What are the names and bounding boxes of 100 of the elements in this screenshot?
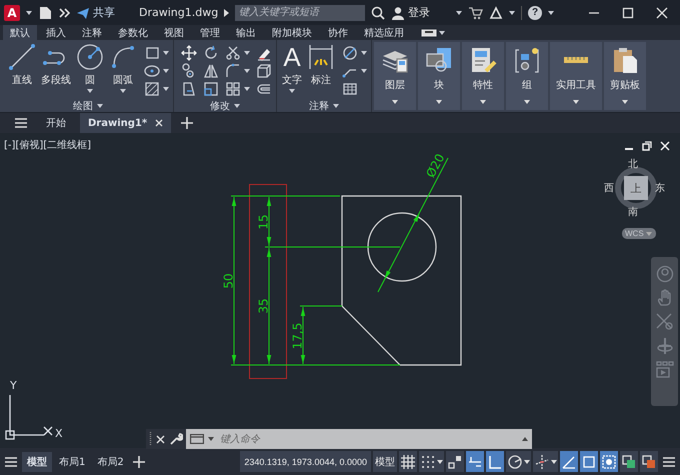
- status-toggle-button[interactable]: [446, 451, 464, 472]
- layout-tab[interactable]: 布局2: [92, 452, 129, 472]
- viewport-label[interactable]: [-][俯视][二维线框]: [4, 138, 92, 152]
- status-toggle-button[interactable]: [560, 451, 578, 472]
- triangle-icon[interactable]: [489, 6, 504, 20]
- caret-icon[interactable]: [333, 104, 339, 108]
- ribbon-tool-button[interactable]: 圆: [75, 43, 105, 99]
- ribbon-tab[interactable]: 注释: [75, 25, 109, 40]
- app-logo[interactable]: A: [4, 4, 20, 20]
- share-button[interactable]: 共享: [76, 5, 115, 20]
- compass-label[interactable]: 西: [604, 181, 614, 195]
- fillet-icon[interactable]: [225, 63, 241, 79]
- caret-icon[interactable]: [622, 100, 628, 104]
- ribbon-tab[interactable]: 协作: [321, 25, 355, 40]
- status-toggle-button[interactable]: [600, 451, 618, 472]
- file-tab[interactable]: Drawing1*: [80, 113, 172, 133]
- rotate-icon[interactable]: [203, 45, 219, 61]
- diameter-icon[interactable]: [342, 45, 358, 61]
- status-toggle-button[interactable]: [640, 451, 658, 472]
- help-button[interactable]: ?: [528, 6, 542, 20]
- menu-icon[interactable]: [14, 117, 28, 129]
- compass-label[interactable]: 北: [628, 157, 638, 171]
- restore-icon[interactable]: [642, 141, 652, 151]
- ribbon-panel-button[interactable]: 特性: [462, 42, 504, 110]
- ribbon-panel-button[interactable]: 实用工具: [550, 42, 602, 110]
- caret-icon[interactable]: [361, 69, 367, 73]
- caret-icon[interactable]: [524, 100, 530, 104]
- caret-icon[interactable]: [120, 89, 126, 93]
- file-tab[interactable]: 开始: [38, 113, 74, 133]
- caret-icon[interactable]: [97, 104, 103, 108]
- ribbon-tab[interactable]: 视图: [157, 25, 191, 40]
- ribbon-tab[interactable]: 插入: [39, 25, 73, 40]
- caret-icon[interactable]: [437, 460, 443, 464]
- command-field[interactable]: 键入命令: [186, 429, 532, 449]
- caret-icon[interactable]: [439, 30, 445, 34]
- ribbon-tool-button[interactable]: 直线: [7, 43, 37, 99]
- rectangle-icon[interactable]: [144, 45, 160, 61]
- caret-icon[interactable]: [456, 10, 462, 14]
- close-icon[interactable]: [156, 434, 165, 444]
- caret-icon[interactable]: [480, 100, 486, 104]
- ribbon-tab[interactable]: 默认: [3, 25, 37, 40]
- caret-icon[interactable]: [573, 100, 579, 104]
- search-icon[interactable]: [371, 6, 386, 20]
- ribbon-tool-button[interactable]: A 文字: [281, 43, 303, 99]
- menu-icon[interactable]: [4, 456, 18, 468]
- search-field[interactable]: 键入关键字或短语: [235, 4, 366, 20]
- status-toggle-button[interactable]: [620, 451, 638, 472]
- move-icon[interactable]: [181, 45, 197, 61]
- status-toggle-button[interactable]: [466, 451, 484, 472]
- status-toggle-button[interactable]: [399, 451, 417, 472]
- caret-icon[interactable]: [163, 51, 169, 55]
- mirror-icon[interactable]: [203, 63, 219, 79]
- sign-in-button[interactable]: 登录: [391, 5, 430, 20]
- compass-label[interactable]: 东: [655, 181, 665, 195]
- close-icon[interactable]: [155, 119, 164, 127]
- compass-label[interactable]: 南: [628, 205, 638, 219]
- ribbon-tab[interactable]: 附加模块: [265, 25, 319, 40]
- ribbon-tool-button[interactable]: 标注: [306, 43, 336, 99]
- ribbon-tab[interactable]: 输出: [229, 25, 263, 40]
- wrench-icon[interactable]: [169, 432, 183, 446]
- box-icon[interactable]: [256, 63, 272, 79]
- status-toggle-button[interactable]: [419, 451, 444, 472]
- double-chevron-icon[interactable]: [58, 6, 70, 18]
- caret-icon[interactable]: [244, 51, 250, 55]
- caret-icon[interactable]: [361, 51, 367, 55]
- caret-icon[interactable]: [244, 87, 250, 91]
- ribbon-tab[interactable]: 参数化: [111, 25, 155, 40]
- plus-icon[interactable]: [132, 456, 145, 468]
- layout-tab[interactable]: 模型: [22, 452, 52, 472]
- ribbon-panel-button[interactable]: 剪贴板: [604, 42, 646, 110]
- close-icon[interactable]: [660, 141, 670, 151]
- caret-icon[interactable]: [551, 460, 557, 464]
- close-icon[interactable]: [656, 6, 668, 18]
- status-toggle-button[interactable]: [506, 451, 531, 472]
- cart-icon[interactable]: [468, 6, 484, 20]
- status-toggle-button[interactable]: [580, 451, 598, 472]
- ellipse-icon[interactable]: [144, 63, 160, 79]
- ribbon-tab[interactable]: 精选应用: [357, 25, 411, 40]
- view-cube-face[interactable]: 上: [624, 176, 648, 200]
- maximize-icon[interactable]: [622, 6, 634, 18]
- layout-tab[interactable]: 布局1: [54, 452, 90, 472]
- caret-icon[interactable]: [392, 100, 398, 104]
- array-icon[interactable]: [225, 81, 241, 97]
- ribbon-panel-button[interactable]: 图层: [374, 42, 416, 110]
- scale-icon[interactable]: [203, 81, 219, 97]
- caret-icon[interactable]: [244, 69, 250, 73]
- ribbon-panel-button[interactable]: 块: [418, 42, 460, 110]
- ribbon-tab[interactable]: 管理: [193, 25, 227, 40]
- hatch-icon[interactable]: [144, 81, 160, 97]
- caret-icon[interactable]: [509, 10, 516, 14]
- triangle-right-icon[interactable]: [224, 8, 230, 16]
- caret-icon[interactable]: [163, 87, 169, 91]
- ribbon-tool-button[interactable]: 圆弧: [108, 43, 138, 99]
- panel-toggle-icon[interactable]: [421, 28, 437, 38]
- caret-icon[interactable]: [289, 89, 295, 93]
- customize-menu-icon[interactable]: [662, 456, 676, 468]
- caret-icon[interactable]: [208, 437, 214, 441]
- ribbon-panel-button[interactable]: 组: [506, 42, 548, 110]
- caret-up-icon[interactable]: [522, 437, 528, 441]
- scissors-icon[interactable]: [225, 45, 241, 61]
